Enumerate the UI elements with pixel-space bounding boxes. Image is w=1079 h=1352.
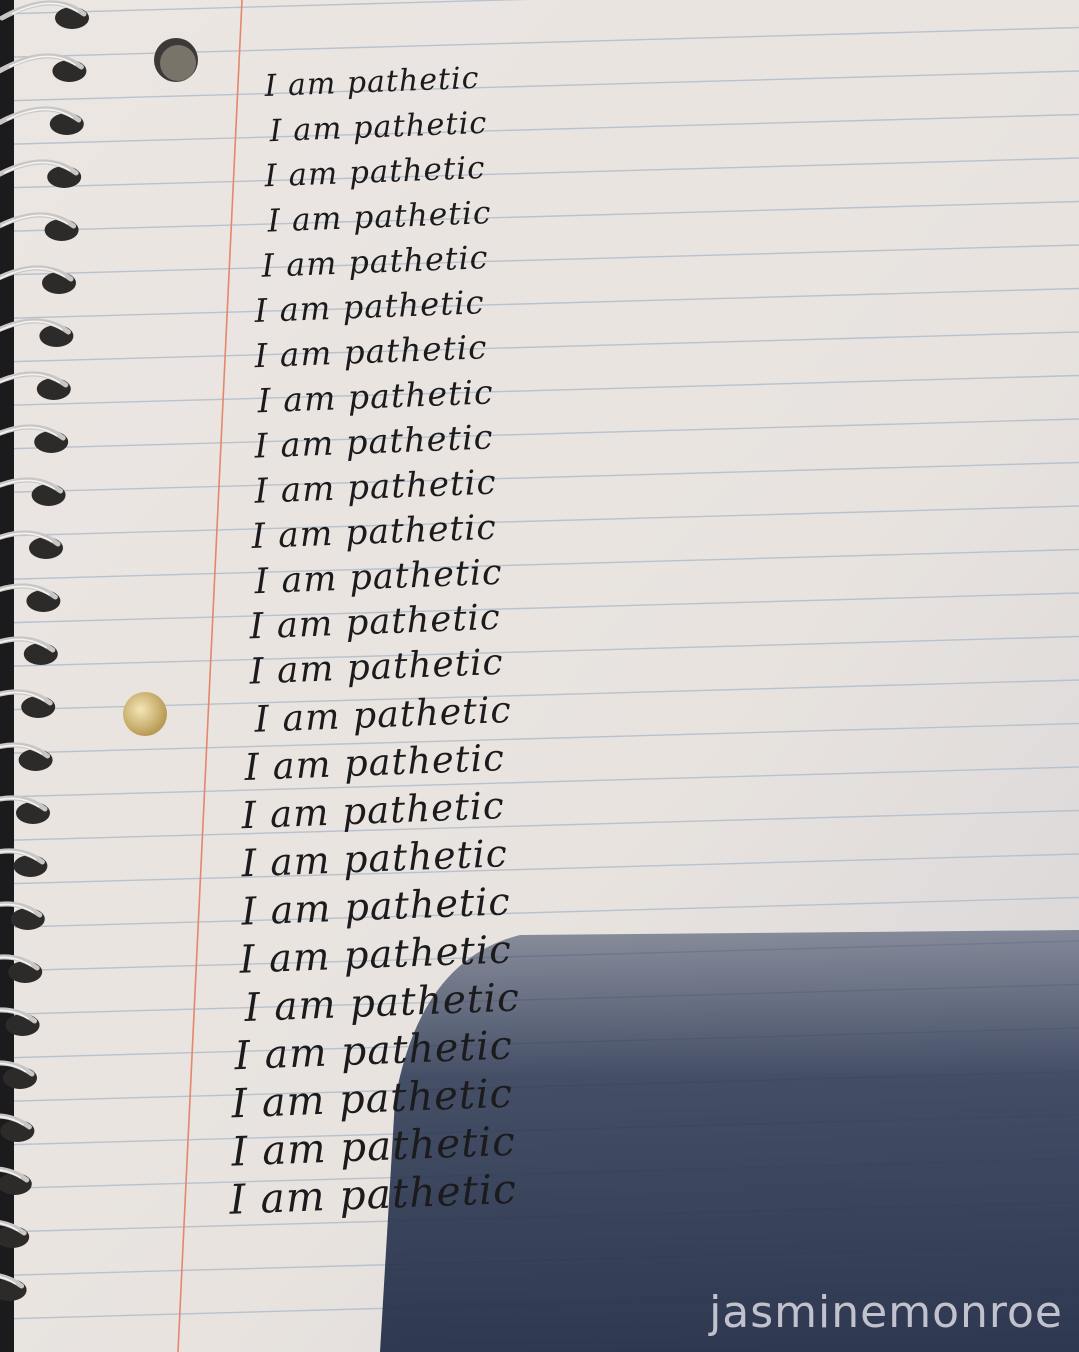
punch-hole-top-inner xyxy=(160,45,196,81)
punch-hole-middle xyxy=(123,692,167,736)
spine-edge xyxy=(0,0,14,1352)
notebook-photo: I am patheticI am patheticI am patheticI… xyxy=(0,0,1079,1352)
watermark-text: jasminemonroe xyxy=(709,1287,1063,1338)
